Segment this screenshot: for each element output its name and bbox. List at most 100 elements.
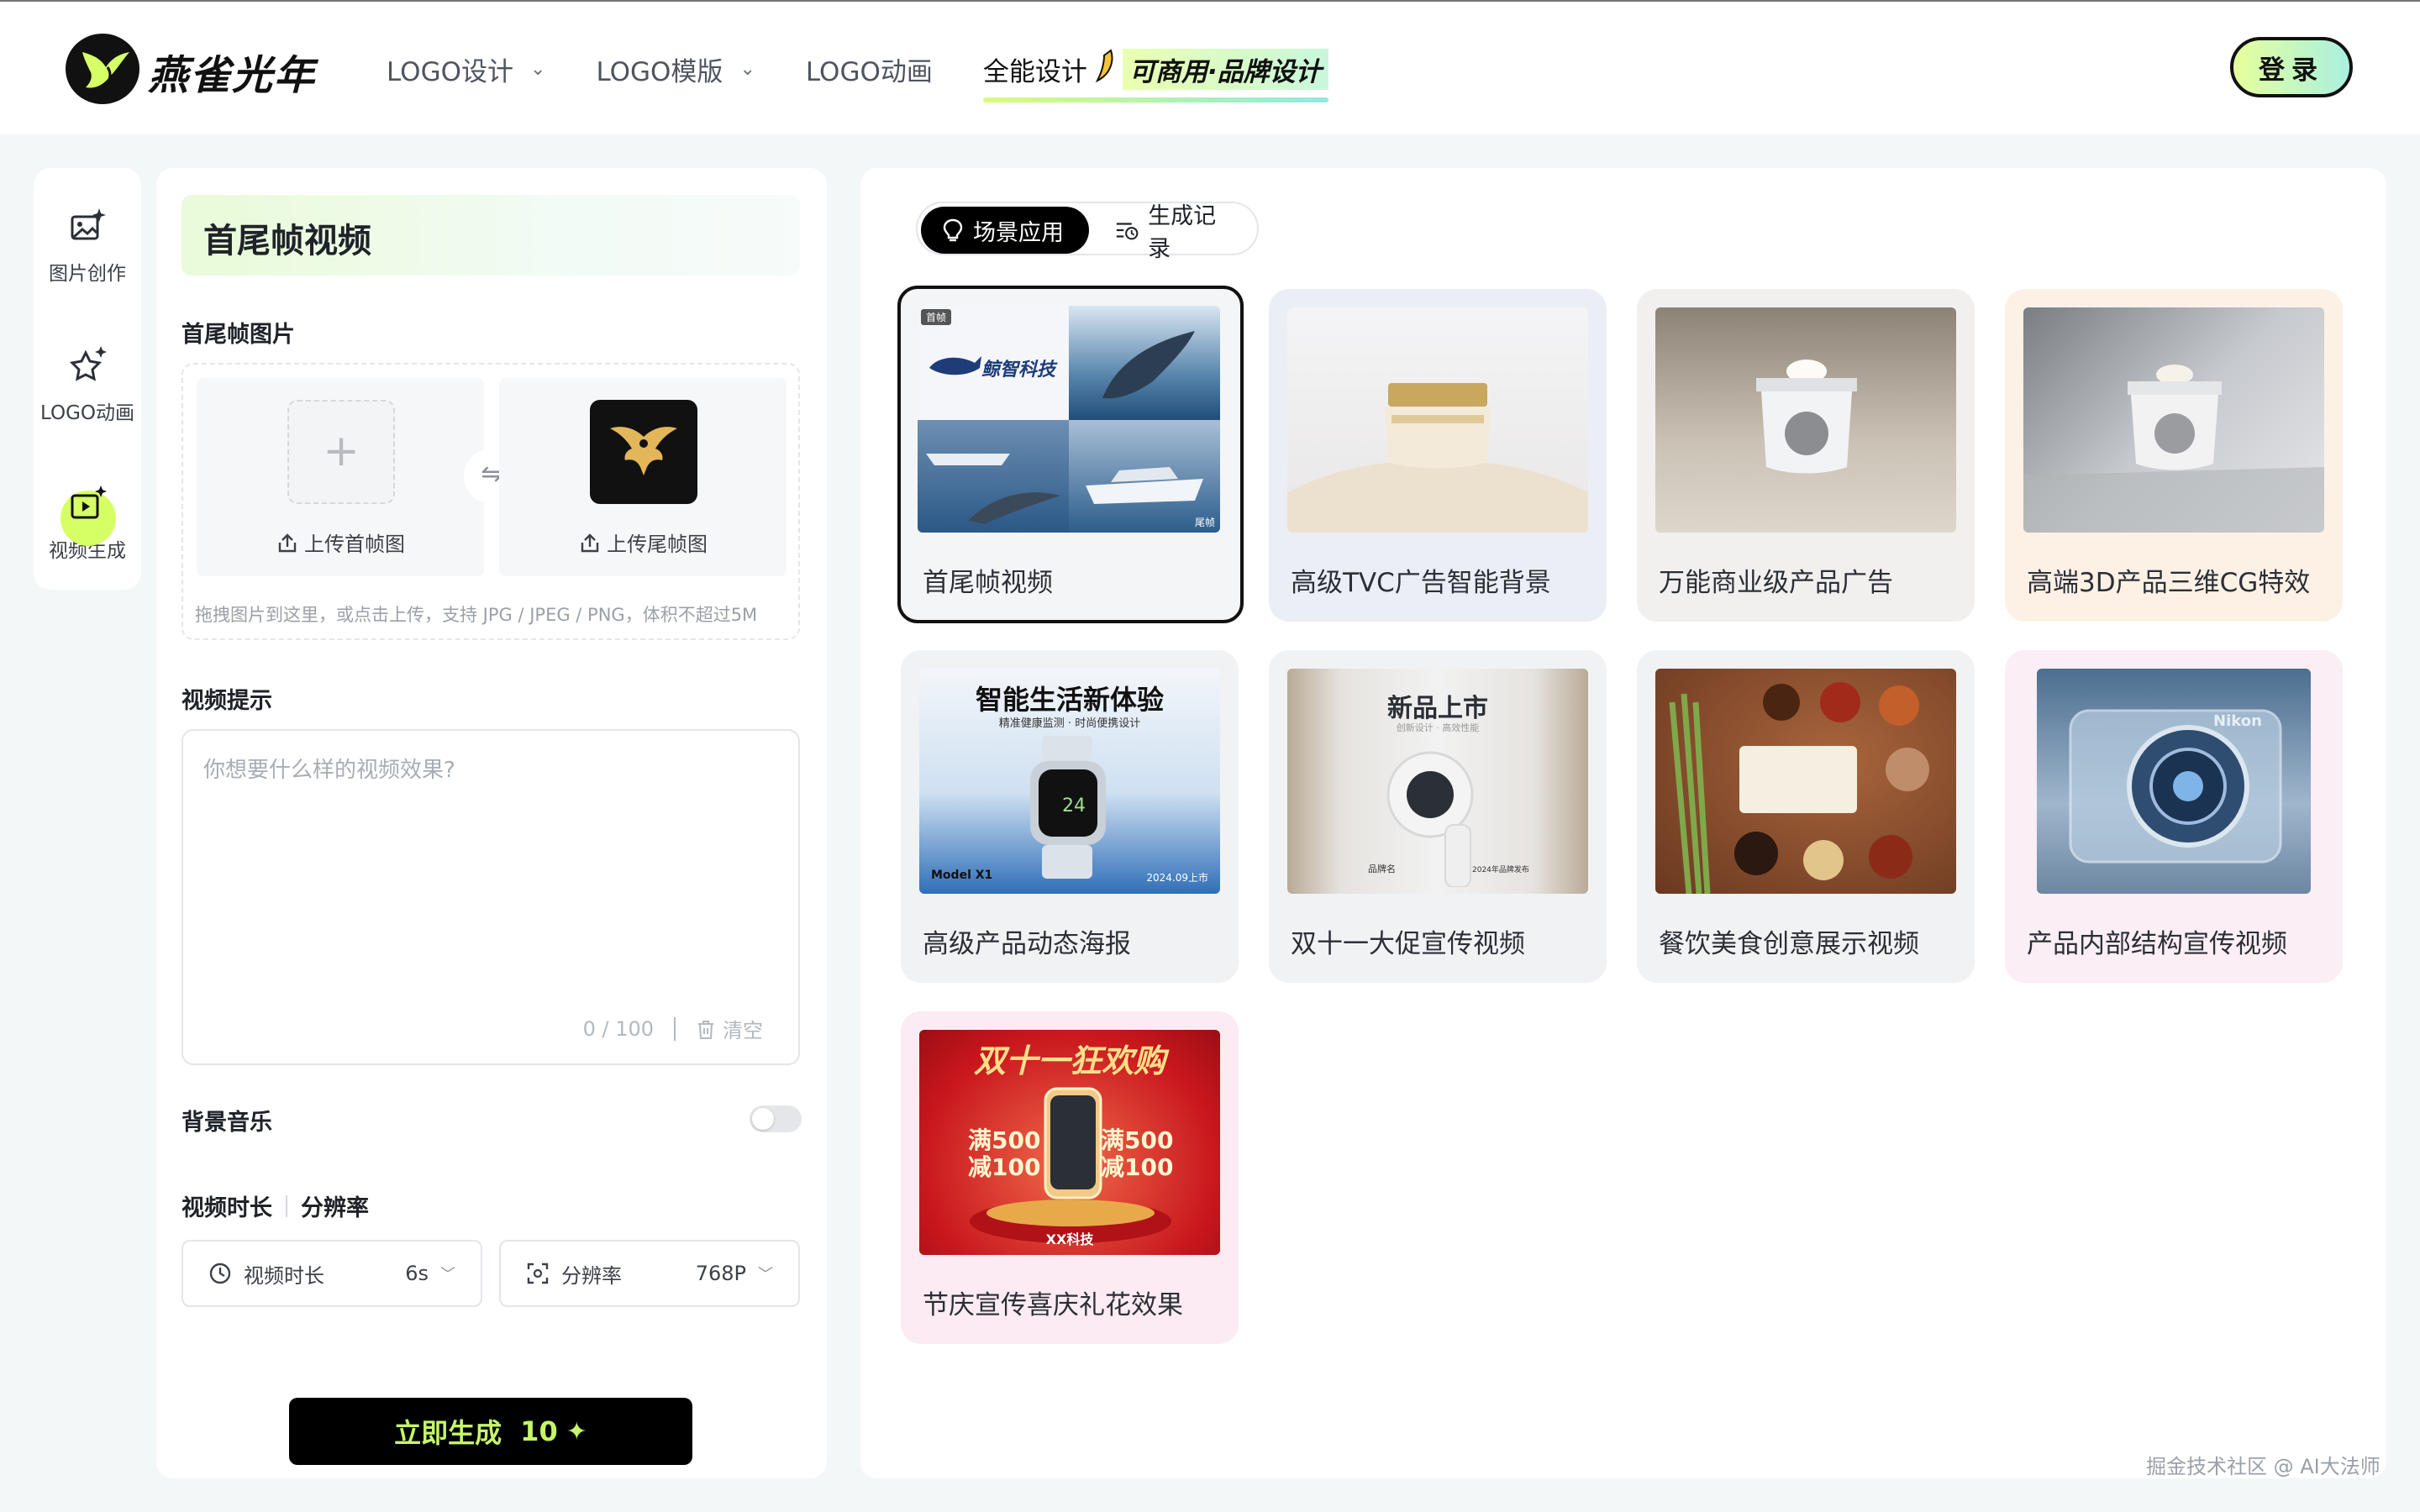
duration-value: 6s [405, 1262, 429, 1285]
boat-icon [926, 454, 1060, 524]
resolution-select[interactable]: 分辨率 768P ﹀ [499, 1240, 800, 1307]
scene-card-first-last-frame[interactable]: 首帧 鲸智科技 尾帧 首尾帧视频 [897, 286, 1244, 623]
sidebar-item-label: LOGO动画 [39, 402, 135, 424]
card-image: Nikon [2037, 669, 2311, 894]
frame-upload-area[interactable]: + 上传首帧图 ⇋ 上传尾帧图 拖拽图片到这里，或点击上传，支持 JPG / J… [182, 363, 800, 640]
generate-cost: 10 [520, 1415, 558, 1447]
nav-label: LOGO动画 [805, 56, 933, 87]
whale-jump-icon [1102, 331, 1195, 399]
resolution-value: 768P [695, 1262, 746, 1285]
poster-subtitle: 创新设计 · 高效性能 [1396, 722, 1480, 733]
upload-icon [278, 533, 297, 553]
card-image [2023, 307, 2324, 533]
banana-icon [1092, 49, 1118, 89]
upload-first-frame[interactable]: + 上传首帧图 [197, 378, 484, 576]
logo-star-icon [62, 341, 113, 391]
prompt-placeholder: 你想要什么样的视频效果? [203, 758, 455, 783]
scene-card-tvc-ad[interactable]: 高级TVC广告智能背景 [1269, 289, 1607, 622]
card-caption: 产品内部结构宣传视频 [2027, 929, 2287, 959]
panel-title: 首尾帧视频 [182, 195, 800, 276]
upload-last-frame[interactable]: 上传尾帧图 [499, 378, 786, 576]
cream-jar-icon [1756, 360, 1857, 474]
prompt-counter-row: 0 / 100 清空 [583, 1014, 763, 1043]
history-list-icon [1116, 223, 1139, 240]
duration-select[interactable]: 视频时长 6s ﹀ [182, 1240, 482, 1307]
poster-title: 新品上市 [1387, 694, 1488, 723]
nav-all-design[interactable]: 全能设计 可商用·品牌设计 [982, 2, 1328, 136]
top-header: 燕雀光年 LOGO设计 ⌄ LOGO模版 ⌄ LOGO动画 全能设计 可商用·品… [0, 0, 2420, 134]
poster-date: 2024.09上市 [1146, 872, 1208, 884]
image-sparkle-icon [62, 202, 113, 252]
card-caption: 高级产品动态海报 [923, 929, 1131, 959]
phone-podium-icon [970, 1087, 1171, 1243]
scene-card-product-structure[interactable]: Nikon 产品内部结构宣传视频 [2005, 650, 2343, 983]
duration-label: 视频时长 [182, 1195, 272, 1221]
scene-card-double11-video[interactable]: 新品上市 创新设计 · 高效性能 品牌名 2024年品牌发布 双十一大促宣传视频 [1269, 650, 1607, 983]
poster-subtitle: 精准健康监测 · 时尚便携设计 [998, 717, 1141, 730]
scene-gallery: 场景应用 生成记录 首帧 鲸智科技 尾帧 首尾帧视频 高级TVC广告智能背景 万… [860, 168, 2386, 1478]
tab-label: 生成记录 [1148, 203, 1217, 262]
scene-card-product-poster[interactable]: 智能生活新体验 精准健康监测 · 时尚便携设计 24 Model X1 2024… [901, 650, 1239, 983]
video-form-panel: 首尾帧视频 首尾帧图片 + 上传首帧图 ⇋ 上传尾帧图 拖拽图片到这里，或点击上… [156, 168, 827, 1478]
nav-logo-design[interactable]: LOGO设计 ⌄ [387, 2, 545, 136]
scene-card-festival-fireworks[interactable]: 双十一狂欢购 满500减100 满500减100 XX科技 节庆宣传喜庆礼花效果 [901, 1011, 1239, 1344]
bgm-toggle[interactable] [750, 1105, 802, 1132]
card-image-brand: 鲸智科技 [981, 360, 1056, 381]
smartwatch-icon: 24 [1030, 736, 1106, 879]
chevron-down-icon: ⌄ [530, 58, 546, 80]
poster-model: Model X1 [931, 869, 993, 882]
generate-button[interactable]: 立即生成 10 ✦ [289, 1398, 692, 1465]
sidebar-item-image-creation[interactable]: 图片创作 [34, 202, 141, 286]
nav-label: LOGO模版 [596, 56, 723, 87]
duration-select-label: 视频时长 [244, 1263, 324, 1288]
prompt-textarea[interactable]: 你想要什么样的视频效果? 0 / 100 清空 [182, 729, 800, 1065]
tab-label: 场景应用 [973, 219, 1064, 246]
main-nav: LOGO设计 ⌄ LOGO模版 ⌄ LOGO动画 全能设计 可商用·品牌设计 [387, 2, 1379, 136]
camera-brand: Nikon [2213, 712, 2262, 730]
divider [286, 1194, 287, 1217]
card-caption: 高端3D产品三维CG特效 [2027, 568, 2311, 598]
scene-card-3d-cg[interactable]: 高端3D产品三维CG特效 [2005, 289, 2343, 622]
frames-label: 首尾帧图片 [182, 322, 295, 348]
poster-date: 2024年品牌发布 [1472, 866, 1529, 874]
upload-first-label: 上传首帧图 [197, 528, 484, 557]
sparkle-icon: ✦ [566, 1416, 587, 1446]
brand-name[interactable]: 燕雀光年 [148, 42, 316, 101]
resolution-label: 分辨率 [301, 1195, 369, 1221]
svg-text:24: 24 [1062, 795, 1086, 816]
prompt-label: 视频提示 [182, 688, 272, 714]
tool-sidebar: 图片创作 LOGO动画 视频生成 [34, 168, 141, 590]
clear-button[interactable]: 清空 [696, 1014, 763, 1043]
last-frame-tag: 尾帧 [1194, 517, 1215, 528]
divider [674, 1016, 676, 1041]
resolution-select-label: 分辨率 [561, 1263, 622, 1288]
scene-card-product-ad[interactable]: 万能商业级产品广告 [1637, 289, 1975, 622]
card-image: 智能生活新体验 精准健康监测 · 时尚便携设计 24 Model X1 2024… [919, 669, 1220, 894]
card-image-panel [918, 420, 1069, 533]
card-caption: 双十一大促宣传视频 [1291, 929, 1525, 959]
tab-history[interactable]: 生成记录 [1094, 203, 1254, 262]
char-counter: 0 / 100 [582, 1016, 654, 1041]
nav-logo-animation[interactable]: LOGO动画 [806, 2, 933, 136]
chevron-down-icon: ﹀ [758, 1266, 773, 1284]
scene-card-food-video[interactable]: 餐饮美食创意展示视频 [1637, 650, 1975, 983]
plus-icon: + [287, 400, 395, 504]
lightbulb-icon [943, 218, 963, 242]
duration-resolution-label: 视频时长 分辨率 [182, 1189, 369, 1222]
sidebar-item-label: 图片创作 [49, 263, 126, 285]
sidebar-item-logo-animation[interactable]: LOGO动画 [34, 341, 141, 425]
poster-brand: 品牌名 [1368, 864, 1396, 874]
card-image [1655, 307, 1956, 533]
sidebar-item-video-generation[interactable]: 视频生成 [34, 479, 141, 563]
poster-title: 智能生活新体验 [975, 684, 1164, 716]
brand-logo-icon[interactable] [66, 34, 139, 104]
login-button[interactable]: 登录 [2230, 37, 2353, 97]
watermark: 掘金技术社区 @ AI大法师 [2146, 1455, 2381, 1478]
tab-scene-apps[interactable]: 场景应用 [921, 207, 1089, 254]
cream-jar-icon [2023, 365, 2324, 533]
card-caption: 餐饮美食创意展示视频 [1659, 929, 1919, 959]
card-image: 首帧 鲸智科技 尾帧 [918, 306, 1220, 533]
nav-logo-template[interactable]: LOGO模版 ⌄ [596, 2, 755, 136]
card-image [1655, 669, 1956, 894]
chevron-down-icon: ⌄ [739, 58, 755, 80]
